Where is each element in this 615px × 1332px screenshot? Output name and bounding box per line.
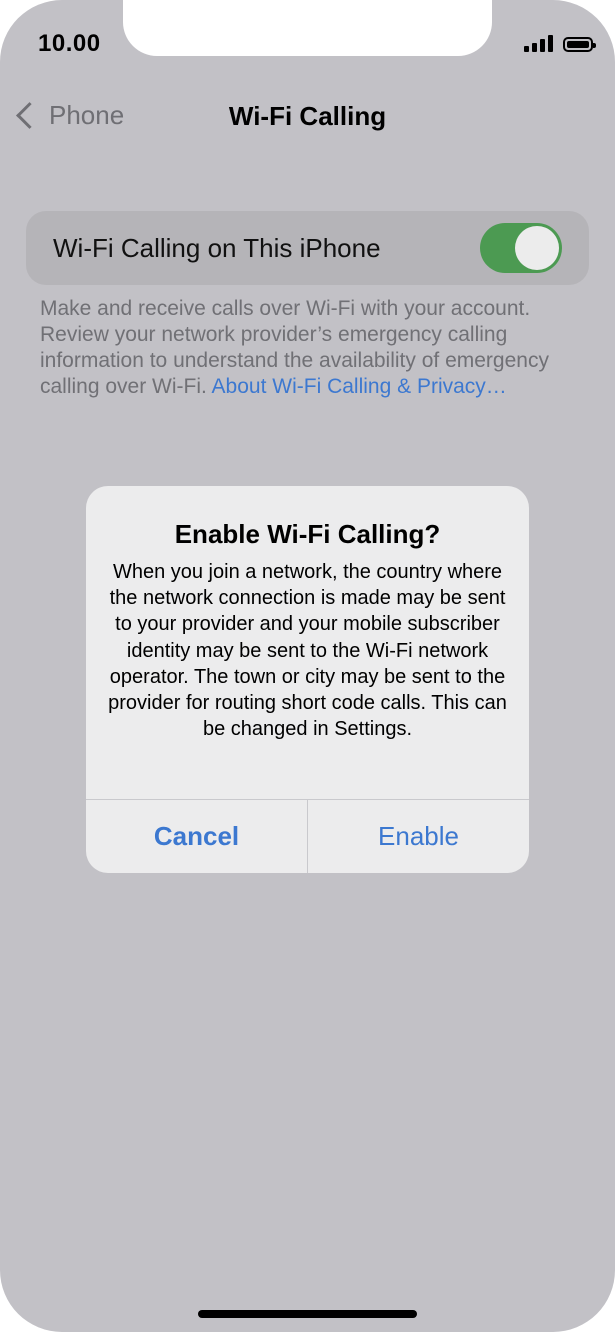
- about-wifi-calling-link[interactable]: About Wi-Fi Calling & Privacy…: [212, 375, 507, 398]
- alert-message: When you join a network, the country whe…: [108, 561, 507, 741]
- wifi-calling-row: Wi-Fi Calling on This iPhone: [26, 211, 589, 285]
- battery-icon: [563, 37, 596, 52]
- notch: [123, 0, 492, 56]
- wifi-calling-footnote: Make and receive calls over Wi-Fi with y…: [40, 296, 580, 400]
- wifi-calling-label: Wi-Fi Calling on This iPhone: [53, 233, 381, 263]
- cellular-signal-icon: [524, 34, 553, 52]
- enable-button[interactable]: Enable: [308, 800, 529, 873]
- alert-buttons: Cancel Enable: [86, 799, 529, 873]
- phone-screen: 10.00 Phone Wi-Fi Calling Wi-Fi Calling …: [0, 0, 615, 1332]
- toggle-knob: [515, 226, 559, 270]
- cancel-button[interactable]: Cancel: [86, 800, 308, 873]
- home-indicator[interactable]: [198, 1310, 417, 1318]
- enable-wifi-calling-alert: Enable Wi-Fi Calling? When you join a ne…: [86, 486, 529, 873]
- status-time: 10.00: [38, 30, 101, 57]
- wifi-calling-toggle[interactable]: [480, 223, 562, 273]
- alert-title: Enable Wi-Fi Calling?: [174, 519, 441, 549]
- status-icons: [524, 34, 596, 52]
- page-title: Wi-Fi Calling: [228, 101, 387, 131]
